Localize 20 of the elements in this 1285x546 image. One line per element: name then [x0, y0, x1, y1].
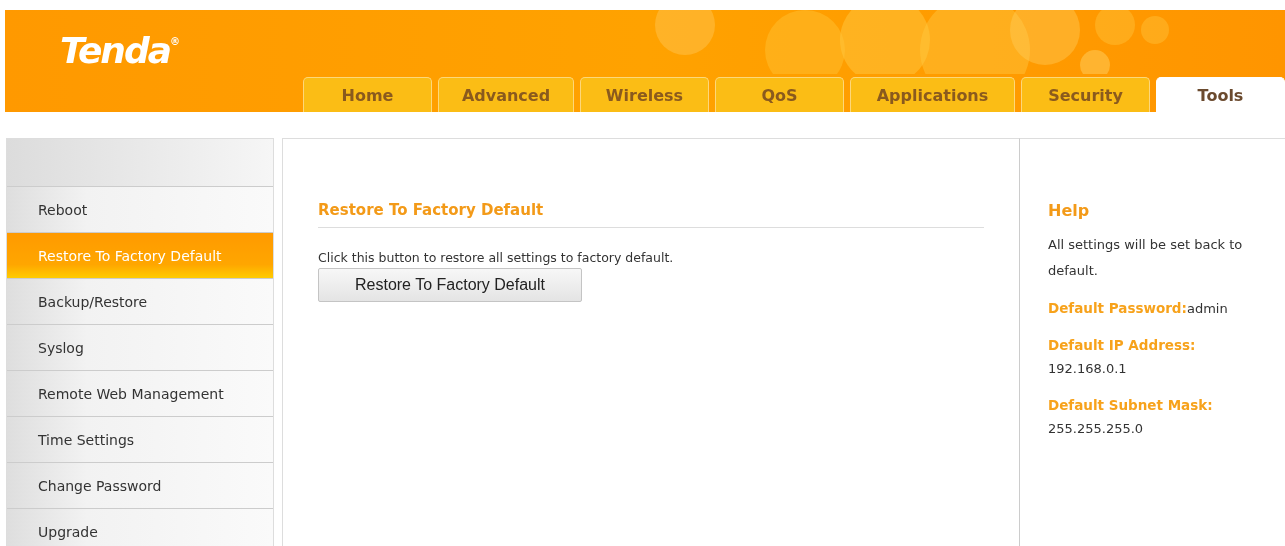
help-label: Default Subnet Mask: — [1048, 396, 1213, 415]
sidebar-item[interactable]: Syslog — [7, 325, 273, 371]
section-title: Restore To Factory Default — [318, 201, 984, 228]
help-text: All settings will be set back to default. — [1048, 236, 1244, 280]
logo: Tenda$^{®}$ — [59, 29, 181, 71]
description-text: Click this button to restore all settings to factory default. — [318, 250, 675, 265]
help-label: Default IP Address: — [1048, 336, 1196, 355]
sidebar-item[interactable]: Reboot — [7, 187, 273, 233]
help-value: admin — [1186, 301, 1228, 316]
sidebar-item[interactable]: Change Password — [7, 463, 273, 509]
restore-button[interactable]: Restore To Factory Default — [318, 268, 582, 302]
sidebar-item[interactable]: Backup/Restore — [7, 279, 273, 325]
nav-tab[interactable]: Tools — [1156, 77, 1285, 112]
help-title: Help — [1048, 201, 1091, 220]
help-label: Default Password: — [1048, 300, 1187, 316]
sidebar-item[interactable]: Time Settings — [7, 417, 273, 463]
help-value: 255.255.255.0 — [1048, 421, 1144, 436]
sidebar-item[interactable]: Upgrade — [7, 509, 273, 546]
sidebar-item[interactable]: Remote Web Management — [7, 371, 273, 417]
help-value: 192.168.0.1 — [1048, 361, 1127, 376]
